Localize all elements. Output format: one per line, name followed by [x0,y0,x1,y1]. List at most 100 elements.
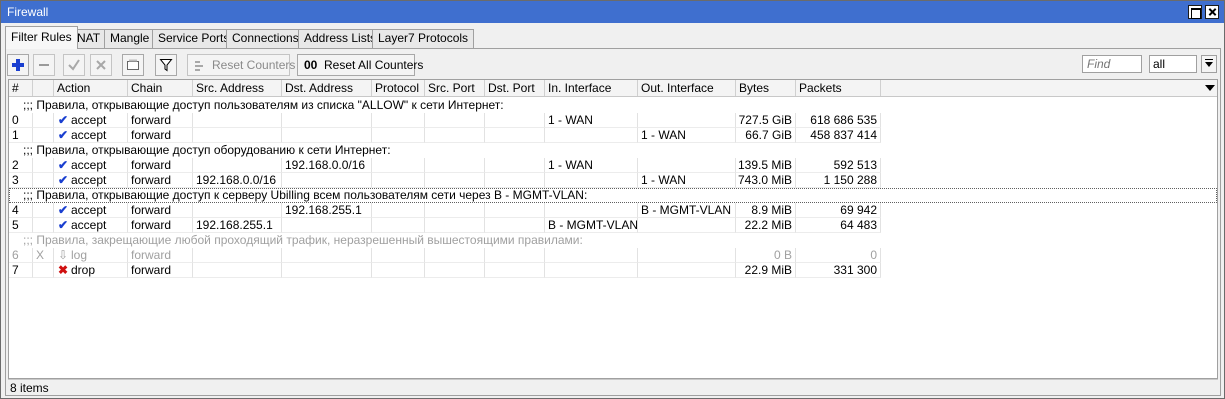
table-row[interactable]: 0 ✔ accept forward 1 - WAN 727.5 GiB 618 686 5… [9,113,1217,128]
cell-bytes: 727.5 GiB [736,113,796,128]
table-row[interactable]: 1 ✔ accept forward 1 - WAN 66.7 GiB 458 837 41… [9,128,1217,143]
comment-row[interactable]: ;;; Правила, открывающие доступ оборудов… [9,143,1217,158]
cell-chain: forward [128,263,193,278]
tab-service-ports[interactable]: Service Ports [152,29,236,48]
cell-sport [425,113,485,128]
comment-button[interactable] [122,54,144,76]
check-icon: ✔ [57,218,69,232]
cell-src [193,113,282,128]
cell-bytes: 66.7 GiB [736,128,796,143]
action-label: drop [71,263,96,277]
column-header-num[interactable]: # [9,80,33,96]
table-row[interactable]: 4 ✔ accept forward 192.168.255.1 B - MGMT-VLA… [9,203,1217,218]
disable-button[interactable] [90,54,112,76]
cell-src [193,158,282,173]
check-icon: ✔ [57,173,69,187]
cell-proto [372,218,425,233]
cell-packets: 458 837 414 [796,128,881,143]
table-row[interactable]: 2 ✔ accept forward 192.168.0.0/16 1 - WAN 139.… [9,158,1217,173]
filter-button[interactable] [155,54,177,76]
cell-action: ✔ accept [54,173,128,188]
restore-icon[interactable] [1188,5,1202,19]
rule-comment: ;;; Правила, закрещающие любой проходящи… [23,233,583,247]
cell-action: ✔ accept [54,113,128,128]
tab-filter-rules[interactable]: Filter Rules [5,26,78,49]
cell-in [545,173,638,188]
cell-packets: 1 150 288 [796,173,881,188]
tab-layer7-protocols[interactable]: Layer7 Protocols [372,29,475,48]
comment-row[interactable]: ;;; Правила, закрещающие любой проходящи… [9,233,1217,248]
cell-proto [372,113,425,128]
cell-out: 1 - WAN [638,173,736,188]
cell-dst [282,113,372,128]
check-icon: ✔ [57,128,69,142]
cell-dport [485,263,545,278]
cell-dport [485,218,545,233]
cell-out [638,113,736,128]
remove-button[interactable] [33,54,55,76]
table-row[interactable]: 3 ✔ accept forward 192.168.0.0/16 1 - WAN 743.… [9,173,1217,188]
column-header-chain[interactable]: Chain [128,80,193,96]
comment-row[interactable]: ;;; Правила, открывающие доступ к сервер… [9,188,1217,203]
cell-flag [33,113,54,128]
chevron-down-icon[interactable] [1201,55,1217,73]
table-row[interactable]: 7 ✖ drop forward 22.9 MiB 331 300 [9,263,1217,278]
tab-address-lists[interactable]: Address Lists [298,29,383,48]
cell-proto [372,173,425,188]
column-header-dst-address[interactable]: Dst. Address [282,80,372,96]
cell-action: ✔ accept [54,218,128,233]
reset-counters-button[interactable]: Reset Counters [187,54,295,78]
cell-chain: forward [128,218,193,233]
column-header-out-interface[interactable]: Out. Interface [638,80,736,96]
cell-sport [425,173,485,188]
cell-bytes: 743.0 MiB [736,173,796,188]
column-header-packets[interactable]: Packets [796,80,881,96]
find-input[interactable] [1082,55,1142,73]
cell-num: 0 [9,113,33,128]
filter-select[interactable]: all [1149,55,1197,73]
table-row[interactable]: 6 X ⇩ log forward 0 B0 [9,248,1217,263]
column-header-bytes[interactable]: Bytes [736,80,796,96]
comment-icon [123,55,143,75]
cell-dst [282,128,372,143]
cell-in: 1 - WAN [545,158,638,173]
reset-all-counters-button[interactable]: 00 Reset All Counters [297,54,423,76]
check-icon: ✔ [57,113,69,127]
cell-src: 192.168.255.1 [193,218,282,233]
column-header-dst-port[interactable]: Dst. Port [485,80,545,96]
cell-in [545,263,638,278]
rule-comment: ;;; Правила, открывающие доступ пользова… [23,98,504,112]
action-label: accept [71,158,107,172]
cell-proto [372,128,425,143]
column-header-action[interactable]: Action [54,80,128,96]
status-bar: 8 items [8,379,1218,396]
cell-flag [33,263,54,278]
add-button[interactable] [7,54,29,76]
table-row[interactable]: 5 ✔ accept forward 192.168.255.1 B - MGMT-VLA… [9,218,1217,233]
reset-counters-icon [194,58,208,78]
column-header-src-port[interactable]: Src. Port [425,80,485,96]
close-icon[interactable] [1205,5,1219,19]
cell-dst [282,263,372,278]
title-bar[interactable]: Firewall [1,1,1224,23]
filter-rules-panel: Reset Counters 00 Reset All Counters all… [5,48,1221,396]
cell-dport [485,113,545,128]
check-icon: ✔ [57,203,69,217]
cell-packets: 0 [796,248,881,263]
column-header-flag[interactable] [33,80,54,96]
rule-comment: ;;; Правила, открывающие доступ к сервер… [23,188,588,202]
column-header-src-address[interactable]: Src. Address [193,80,282,96]
enable-button[interactable] [63,54,85,76]
cell-proto [372,158,425,173]
cell-in: B - MGMT-VLAN [545,218,638,233]
action-label: accept [71,113,107,127]
column-header-protocol[interactable]: Protocol [372,80,425,96]
comment-row[interactable]: ;;; Правила, открывающие доступ пользова… [9,98,1217,113]
column-menu-icon[interactable] [1205,85,1215,91]
tab-connections[interactable]: Connections [226,29,305,48]
column-header-in-interface[interactable]: In. Interface [545,80,638,96]
tab-mangle[interactable]: Mangle [104,29,156,48]
cell-sport [425,128,485,143]
cell-num: 4 [9,203,33,218]
reset-all-counters-label: Reset All Counters [324,58,424,72]
